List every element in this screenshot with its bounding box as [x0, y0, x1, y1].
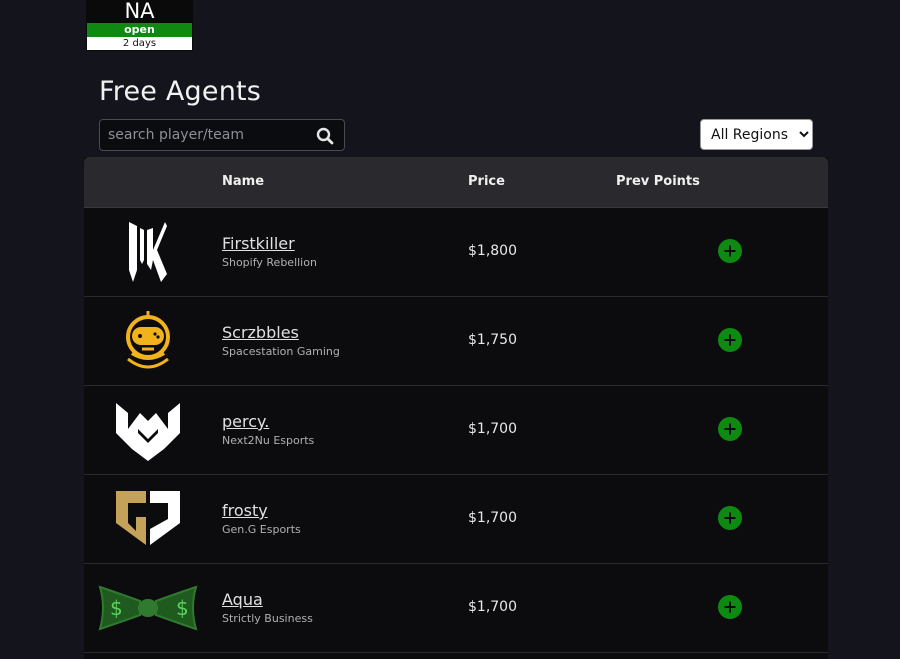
add-player-button[interactable]: [718, 239, 742, 263]
svg-text:$: $: [176, 596, 189, 620]
region-select[interactable]: All Regions: [700, 119, 813, 150]
region-time-remaining: 2 days: [87, 37, 192, 50]
player-team: Spacestation Gaming: [222, 345, 340, 358]
player-team: Gen.G Esports: [222, 523, 301, 536]
player-name-link[interactable]: Scrzbbles: [222, 323, 299, 342]
table-row: frosty Gen.G Esports $1,700: [84, 475, 828, 564]
table-header: Name Price Prev Points: [84, 157, 828, 208]
strictly-business-logo-icon: $ $: [98, 574, 198, 642]
player-price: $1,700: [468, 599, 517, 615]
add-player-button[interactable]: [718, 417, 742, 441]
region-status: open: [87, 23, 192, 37]
plus-icon: [724, 601, 736, 613]
player-team: Shopify Rebellion: [222, 256, 317, 269]
header-name[interactable]: Name: [222, 174, 264, 189]
player-name-link[interactable]: Firstkiller: [222, 234, 295, 253]
region-badge: NA open 2 days: [86, 0, 193, 51]
player-price: $1,800: [468, 243, 517, 259]
search-box: [99, 119, 345, 151]
free-agents-table: Name Price Prev Points Firstkiller Shopi…: [84, 157, 828, 659]
player-team: Next2Nu Esports: [222, 434, 315, 447]
player-name-link[interactable]: percy.: [222, 412, 269, 431]
header-price[interactable]: Price: [468, 174, 505, 189]
region-code: NA: [124, 0, 155, 23]
table-row: percy. Next2Nu Esports $1,700: [84, 386, 828, 475]
add-player-button[interactable]: [718, 328, 742, 352]
player-price: $1,750: [468, 332, 517, 348]
table-row: Firstkiller Shopify Rebellion $1,800: [84, 208, 828, 297]
search-icon[interactable]: [316, 127, 334, 145]
plus-icon: [724, 334, 736, 346]
next2nu-logo-icon: [98, 396, 198, 464]
player-name-link[interactable]: Aqua: [222, 590, 263, 609]
player-team: Strictly Business: [222, 612, 313, 625]
plus-icon: [724, 423, 736, 435]
shopify-rebellion-logo-icon: [98, 218, 198, 286]
search-input[interactable]: [100, 120, 305, 150]
add-player-button[interactable]: [718, 506, 742, 530]
table-row: $ $ Aqua Strictly Business $1,700: [84, 564, 828, 653]
geng-logo-icon: [98, 485, 198, 553]
player-price: $1,700: [468, 510, 517, 526]
header-prev-points[interactable]: Prev Points: [616, 174, 700, 189]
spacestation-logo-icon: [98, 307, 198, 375]
page-title: Free Agents: [99, 76, 262, 107]
player-price: $1,700: [468, 421, 517, 437]
plus-icon: [724, 245, 736, 257]
add-player-button[interactable]: [718, 595, 742, 619]
player-name-link[interactable]: frosty: [222, 501, 268, 520]
svg-text:$: $: [110, 596, 123, 620]
plus-icon: [724, 512, 736, 524]
table-row: Scrzbbles Spacestation Gaming $1,750: [84, 297, 828, 386]
